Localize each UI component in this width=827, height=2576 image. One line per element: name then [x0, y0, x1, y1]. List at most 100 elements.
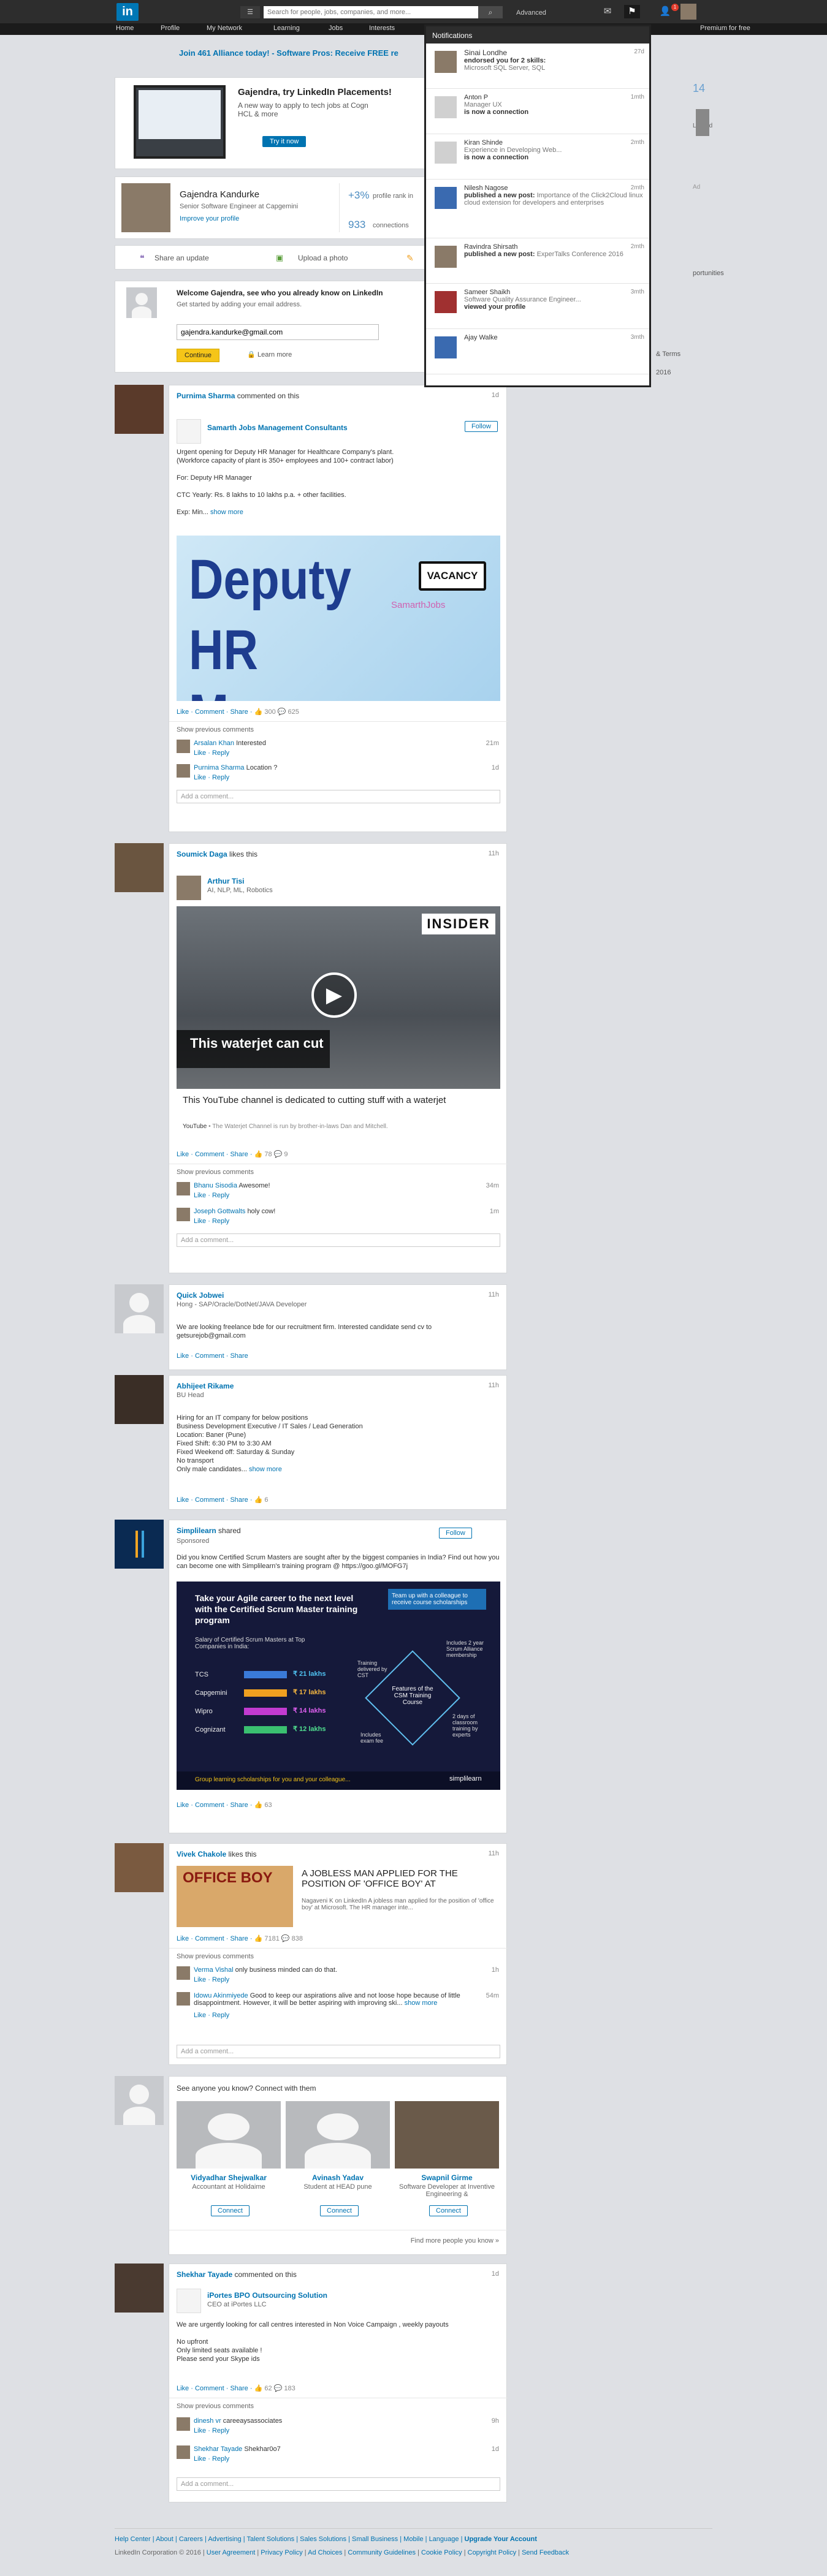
person-photo[interactable] [286, 2101, 390, 2169]
like-button[interactable]: Like [177, 1496, 189, 1504]
play-icon[interactable]: ▶ [311, 972, 357, 1018]
try-it-now-button[interactable]: Try it now [262, 136, 307, 147]
show-previous-comments[interactable]: Show previous comments [177, 726, 254, 733]
notification-item[interactable]: 2mth Ravindra Shirsath published a new pos… [426, 238, 649, 284]
linkedin-logo[interactable]: in [116, 3, 139, 21]
commenter-avatar[interactable] [177, 764, 190, 778]
nav-learning[interactable]: Learning [273, 25, 300, 32]
post-image[interactable]: Deputy HR Manager VACANCY SamarthJobs [177, 536, 500, 701]
commenter-avatar[interactable] [177, 740, 190, 753]
messages-icon[interactable]: ✉ [600, 5, 615, 18]
comment-button[interactable]: Comment [195, 2385, 224, 2392]
footer-link[interactable]: Ad Choices [308, 2549, 342, 2556]
share-button[interactable]: Share [230, 2385, 248, 2392]
like-button[interactable]: Like [177, 2385, 189, 2392]
notification-item[interactable]: 1mth Anton P Manager UX is now a connection [426, 89, 649, 134]
nav-jobs[interactable]: Jobs [329, 25, 343, 32]
follow-button[interactable]: Follow [465, 421, 498, 432]
search-icon[interactable]: ⌕ [478, 6, 503, 18]
person-photo[interactable] [395, 2101, 499, 2169]
publish-post-icon[interactable]: ✎ [406, 253, 414, 263]
nav-interests[interactable]: Interests [369, 25, 395, 32]
footer-link[interactable]: Cookie Policy [421, 2549, 462, 2556]
actor-name[interactable]: Shekhar Tayade [177, 2270, 232, 2279]
notification-item[interactable]: 2mth Kiran Shinde Experience in Developing… [426, 134, 649, 180]
profile-name[interactable]: Gajendra Kandurke [180, 189, 259, 200]
show-previous-comments[interactable]: Show previous comments [177, 2403, 254, 2410]
comment-button[interactable]: Comment [195, 1496, 224, 1504]
footer-link[interactable]: Advertising [208, 2536, 241, 2543]
share-button[interactable]: Share [230, 1352, 248, 1360]
like-button[interactable]: Like [177, 1151, 189, 1158]
commenter-avatar[interactable] [177, 1182, 190, 1195]
show-more-link[interactable]: show more [210, 509, 243, 516]
add-comment-input[interactable]: Add a comment... [177, 790, 500, 803]
show-previous-comments[interactable]: Show previous comments [177, 1953, 254, 1960]
comment-button[interactable]: Comment [195, 1151, 224, 1158]
commenter-avatar[interactable] [177, 1966, 190, 1980]
upload-photo-button[interactable]: Upload a photo [298, 254, 348, 262]
commenter-name[interactable]: Verma Vishal [194, 1966, 234, 1974]
connect-button[interactable]: Connect [429, 2205, 468, 2216]
comment-button[interactable]: Comment [195, 1352, 224, 1360]
continue-button[interactable]: Continue [177, 349, 220, 362]
nav-profile[interactable]: Profile [161, 25, 180, 32]
follow-button[interactable]: Follow [439, 1528, 472, 1539]
nav-my-network[interactable]: My Network [207, 25, 242, 32]
connect-button[interactable]: Connect [320, 2205, 359, 2216]
connections-stat[interactable]: 933 [348, 219, 365, 231]
comment-actions[interactable]: Like · Reply [194, 2012, 229, 2019]
find-more-people-link[interactable]: Find more people you know » [411, 2237, 499, 2245]
comment-actions[interactable]: Like · Reply [194, 2427, 229, 2434]
video-thumbnail[interactable]: INSIDER ▶ This waterjet can cut [177, 906, 500, 1089]
comment-actions[interactable]: Like · Reply [194, 1976, 229, 1983]
notification-item[interactable]: 2mth Nilesh Nagose published a new post: I… [426, 180, 649, 238]
add-comment-input[interactable]: Add a comment... [177, 2045, 500, 2058]
notification-item[interactable]: 27d Sinai Londhe endorsed you for 2 skills… [426, 44, 649, 89]
avatar[interactable] [680, 4, 696, 20]
comment-actions[interactable]: Like · Reply [194, 1218, 229, 1225]
premium-link[interactable]: Premium for free [700, 25, 750, 32]
article-thumbnail[interactable]: OFFICE BOY [177, 1866, 293, 1927]
email-field[interactable] [177, 324, 379, 340]
author-name[interactable]: Quick Jobwei [177, 1291, 224, 1300]
footer-link[interactable]: About [156, 2536, 173, 2543]
advanced-search-link[interactable]: Advanced [516, 9, 546, 17]
side-terms[interactable]: & Terms [656, 350, 680, 358]
comment-button[interactable]: Comment [195, 708, 224, 716]
comment-button[interactable]: Comment [195, 1801, 224, 1809]
footer-link[interactable]: Talent Solutions [247, 2536, 295, 2543]
actor-avatar[interactable] [115, 2263, 164, 2313]
share-update-button[interactable]: Share an update [154, 254, 209, 262]
actor-avatar[interactable] [115, 1375, 164, 1424]
show-more-link[interactable]: show more [405, 1999, 438, 2007]
footer-link[interactable]: Careers [179, 2536, 203, 2543]
search-input[interactable] [264, 6, 478, 18]
footer-link[interactable]: Sales Solutions [300, 2536, 346, 2543]
like-button[interactable]: Like [177, 1352, 189, 1360]
footer-link[interactable]: Privacy Policy [261, 2549, 302, 2556]
person-name[interactable]: Swapnil Girme [395, 2173, 499, 2182]
actor-name[interactable]: Purnima Sharma [177, 392, 235, 400]
post-image[interactable]: Take your Agile career to the next level… [177, 1582, 500, 1790]
share-button[interactable]: Share [230, 708, 248, 716]
article-title[interactable]: A JOBLESS MAN APPLIED FOR THE POSITION O… [302, 1868, 498, 1889]
company-logo[interactable] [177, 419, 201, 444]
commenter-avatar[interactable] [177, 1208, 190, 1221]
footer-link[interactable]: Help Center [115, 2536, 151, 2543]
learn-more-link[interactable]: Learn more [257, 351, 292, 358]
link-title[interactable]: This YouTube channel is dedicated to cut… [183, 1095, 452, 1105]
commenter-name[interactable]: Joseph Gottwalts [194, 1208, 245, 1215]
footer-link[interactable]: Send Feedback [522, 2549, 569, 2556]
person-name[interactable]: Vidyadhar Shejwalkar [177, 2173, 281, 2182]
like-button[interactable]: Like [177, 708, 189, 716]
comment-actions[interactable]: Like · Reply [194, 2455, 229, 2463]
actor-avatar[interactable] [115, 1284, 164, 1333]
show-previous-comments[interactable]: Show previous comments [177, 1169, 254, 1176]
company-name[interactable]: Samarth Jobs Management Consultants [207, 423, 348, 432]
profile-rank-stat[interactable]: +3% [348, 189, 370, 202]
search-scope-select[interactable]: ☰ [240, 6, 260, 18]
notifications-flag-icon[interactable]: ⚑ [624, 5, 640, 18]
footer-link[interactable]: Copyright Policy [468, 2549, 516, 2556]
author-name[interactable]: Arthur Tisi [207, 877, 244, 885]
